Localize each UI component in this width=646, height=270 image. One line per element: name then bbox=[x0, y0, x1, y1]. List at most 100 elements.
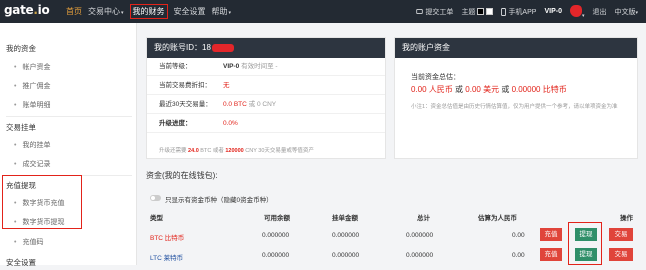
volume-value-wrap: 0.0 BTC 或 0 CNY bbox=[223, 96, 276, 114]
hide-zero-label: 只显示有资金币种（隐藏0资金币种） bbox=[165, 197, 273, 204]
assets-panel-header: 我的账户资金 bbox=[395, 38, 637, 58]
nav-security[interactable]: 安全设置 bbox=[174, 6, 206, 17]
col-order: 挂单金额 bbox=[332, 215, 358, 222]
light-theme-swatch[interactable] bbox=[486, 8, 494, 16]
gateio-logo[interactable]: gate.io bbox=[4, 3, 50, 17]
volume-cny: 0 CNY bbox=[256, 101, 277, 108]
coin-name[interactable]: LTC 莱特币 bbox=[150, 252, 183, 262]
sidebar-item-trade-history[interactable]: 成交记录 bbox=[14, 159, 50, 169]
cny-value: 0.00 bbox=[512, 252, 525, 259]
funds-table-header: 类型 可用余额 挂单金额 总计 估算为人民币 操作 bbox=[146, 212, 638, 224]
level-label: 当前等级： bbox=[159, 63, 192, 70]
level-value: VIP-0 bbox=[223, 63, 240, 70]
nav-my-finance[interactable]: 我的财务 bbox=[129, 4, 168, 19]
discount-label: 当前交易费折扣： bbox=[159, 82, 211, 89]
assets-or-1: 或 bbox=[455, 85, 464, 94]
level-row: 当前等级： VIP-0 有效时间至 - bbox=[147, 58, 385, 76]
assets-cny-value: 0.00 bbox=[411, 85, 427, 94]
vip-level: VIP-0 bbox=[544, 8, 562, 15]
volume-btc: 0.0 BTC bbox=[223, 101, 247, 108]
chevron-down-icon: ▾ bbox=[228, 10, 232, 16]
assets-cny-unit: 人民币 bbox=[428, 85, 453, 94]
trade-button[interactable]: 交易 bbox=[609, 248, 633, 261]
progress-row: 升级进度： 0.0% bbox=[147, 115, 385, 133]
assets-usd-value: 0.00 bbox=[465, 85, 481, 94]
mobile-app-label: 手机APP bbox=[508, 8, 537, 16]
total-value: 0.000000 bbox=[406, 252, 434, 259]
col-cny: 估算为人民币 bbox=[478, 215, 517, 222]
progress-label: 升级进度： bbox=[159, 120, 192, 127]
theme-switch[interactable]: 主题 bbox=[461, 7, 494, 17]
coin-name[interactable]: BTC 比特币 bbox=[150, 232, 184, 242]
nav-home[interactable]: 首页 bbox=[66, 6, 82, 17]
sidebar-item-account-funds[interactable]: 帐户资金 bbox=[14, 62, 50, 72]
user-menu[interactable]: ▾ bbox=[569, 4, 585, 19]
top-right-area: 提交工单 主题 手机APP VIP-0 ▾ 退出 中文版▾ bbox=[416, 0, 646, 23]
available-value: 0.000000 bbox=[262, 252, 290, 259]
chevron-down-icon: ▾ bbox=[121, 10, 124, 16]
assets-values: 0.00 人民币 或 0.00 美元 或 0.00000 比特币 bbox=[411, 84, 567, 95]
trade-button[interactable]: 交易 bbox=[609, 228, 633, 241]
sidebar-item-deposit-code[interactable]: 充值码 bbox=[14, 237, 43, 247]
divider bbox=[6, 116, 132, 117]
upgrade-note-cny: 120000 bbox=[225, 148, 244, 154]
assets-btc-unit: 比特币 bbox=[542, 85, 567, 94]
col-total: 总计 bbox=[417, 215, 430, 222]
col-available: 可用余额 bbox=[264, 215, 290, 222]
account-id-value: 18 bbox=[202, 43, 211, 52]
language-select[interactable]: 中文版▾ bbox=[614, 7, 638, 17]
cny-value: 0.00 bbox=[512, 232, 525, 239]
sidebar: 我的资金 帐户资金 推广佣金 账单明细 交易挂单 我的挂单 成交记录 充值提现 … bbox=[0, 23, 137, 267]
submit-ticket-link[interactable]: 提交工单 bbox=[416, 7, 453, 17]
sidebar-item-my-orders[interactable]: 我的挂单 bbox=[14, 140, 50, 150]
discount-value: 无 bbox=[223, 82, 230, 89]
chevron-down-icon: ▾ bbox=[581, 12, 585, 19]
upgrade-note-mid: BTC 或者 bbox=[200, 148, 224, 154]
mobile-app-link[interactable]: 手机APP bbox=[501, 7, 536, 17]
col-type: 类型 bbox=[150, 215, 163, 222]
highlight-box bbox=[2, 175, 82, 229]
main-nav: 首页 交易中心▾ 我的财务 安全设置 帮助▾ bbox=[66, 4, 237, 19]
volume-row: 最近30天交易量： 0.0 BTC 或 0 CNY bbox=[147, 96, 385, 114]
nav-help[interactable]: 帮助▾ bbox=[212, 6, 232, 17]
hide-zero-toggle[interactable] bbox=[150, 195, 161, 201]
col-actions: 操作 bbox=[620, 215, 633, 222]
order-value: 0.000000 bbox=[332, 252, 360, 259]
level-value-wrap: VIP-0 有效时间至 - bbox=[223, 58, 278, 76]
theme-label: 主题 bbox=[461, 8, 476, 16]
deposit-button[interactable]: 充值 bbox=[540, 248, 562, 261]
sidebar-item-bills[interactable]: 账单明细 bbox=[14, 100, 50, 110]
assets-tip: 小注1：资金总估值是由历史行情估算值，仅为用户提供一个参考，请以单项资金为准 bbox=[411, 104, 618, 110]
nav-help-label: 帮助 bbox=[211, 7, 228, 16]
total-value: 0.000000 bbox=[406, 232, 434, 239]
submit-ticket-label: 提交工单 bbox=[425, 8, 454, 16]
account-panel-header: 我的账号ID：18 bbox=[147, 38, 385, 58]
redaction-mark bbox=[211, 43, 234, 52]
phone-icon bbox=[501, 7, 507, 16]
account-id-label: 我的账号ID： bbox=[154, 43, 202, 52]
dark-theme-swatch[interactable] bbox=[477, 8, 485, 16]
nav-trade-center[interactable]: 交易中心▾ bbox=[88, 6, 124, 17]
assets-panel: 我的账户资金 当前资金总估： 0.00 人民币 或 0.00 美元 或 0.00… bbox=[394, 37, 638, 159]
upgrade-note-pre: 升级还需要 bbox=[159, 148, 187, 154]
upgrade-note: 升级还需要 24.0 BTC 或者 120000 CNY 30天交易量或等值资产 bbox=[159, 146, 314, 154]
sidebar-section-funds: 我的资金 bbox=[6, 44, 36, 53]
discount-row: 当前交易费折扣： 无 bbox=[147, 77, 385, 95]
upgrade-note-btc: 24.0 bbox=[188, 148, 199, 154]
assets-btc-value: 0.00000 bbox=[511, 85, 541, 94]
sidebar-item-referral[interactable]: 推广佣金 bbox=[14, 81, 50, 91]
nav-trade-center-label: 交易中心 bbox=[88, 7, 120, 16]
logo-tld: io bbox=[37, 3, 50, 17]
top-navbar: gate.io 首页 交易中心▾ 我的财务 安全设置 帮助▾ 提交工单 主题 手… bbox=[0, 0, 646, 23]
upgrade-note-post: CNY 30天交易量或等值资产 bbox=[245, 148, 314, 154]
order-value: 0.000000 bbox=[332, 232, 360, 239]
assets-usd-unit: 美元 bbox=[483, 85, 500, 94]
sidebar-section-orders: 交易挂单 bbox=[6, 123, 36, 132]
sidebar-section-security: 安全设置 bbox=[6, 258, 36, 267]
logout-link[interactable]: 退出 bbox=[592, 7, 606, 17]
language-label: 中文版 bbox=[614, 8, 636, 16]
table-row: LTC 莱特币 0.000000 0.000000 0.000000 0.00 … bbox=[146, 248, 638, 270]
progress-value: 0.0% bbox=[223, 120, 238, 127]
deposit-button[interactable]: 充值 bbox=[540, 228, 562, 241]
chevron-down-icon: ▾ bbox=[635, 9, 638, 16]
